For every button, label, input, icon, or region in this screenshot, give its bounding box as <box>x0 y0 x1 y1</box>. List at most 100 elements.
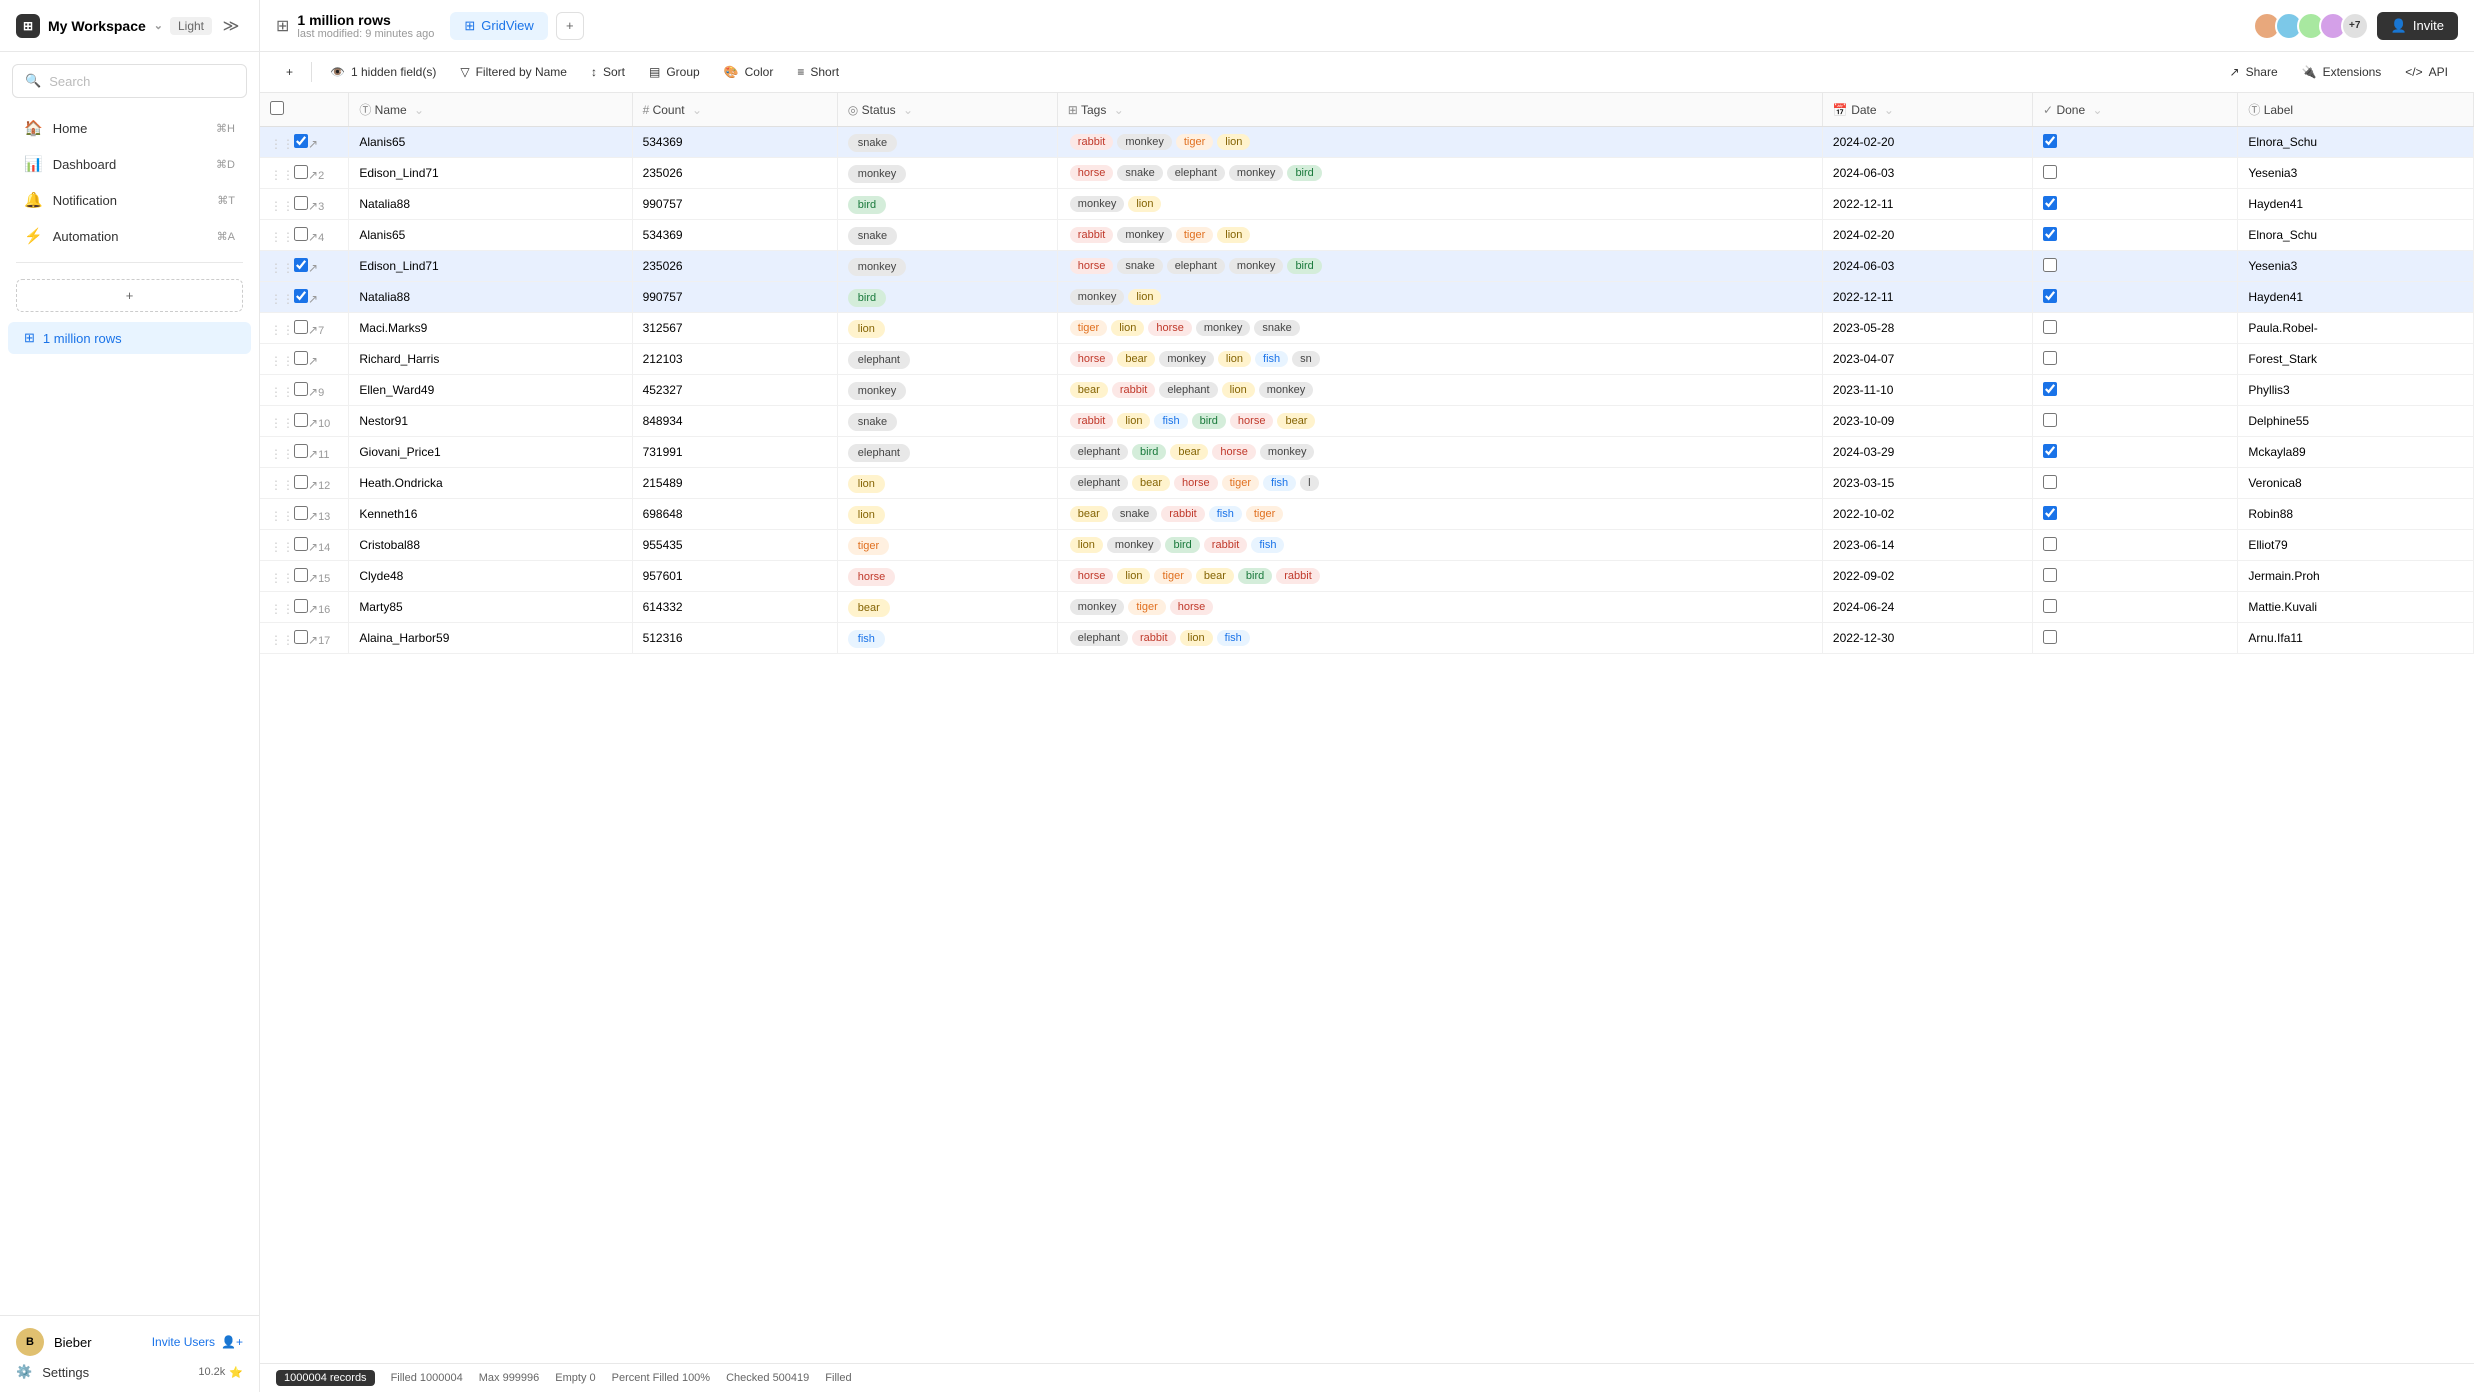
done-checkbox[interactable] <box>2043 351 2057 365</box>
theme-badge[interactable]: Light <box>170 17 212 35</box>
tag-badge[interactable]: tiger <box>1222 475 1259 491</box>
row-checkbox[interactable] <box>294 134 308 148</box>
row-status[interactable]: tiger <box>837 530 1057 561</box>
drag-handle[interactable]: ⋮⋮ <box>270 292 294 306</box>
tag-badge[interactable]: bird <box>1287 165 1321 181</box>
api-button[interactable]: </> API <box>2395 60 2458 84</box>
row-checkbox[interactable] <box>294 475 308 489</box>
expand-row-icon[interactable]: ↗ <box>308 540 318 554</box>
row-tags[interactable]: elephantbirdbearhorsemonkey <box>1057 437 1822 468</box>
row-tags[interactable]: horseliontigerbearbirdrabbit <box>1057 561 1822 592</box>
add-field-button[interactable]: + <box>276 60 303 84</box>
share-button[interactable]: ↗ Share <box>2220 60 2288 84</box>
tag-badge[interactable]: fish <box>1154 413 1187 429</box>
drag-handle[interactable]: ⋮⋮ <box>270 447 294 461</box>
tag-badge[interactable]: rabbit <box>1070 227 1114 243</box>
tag-badge[interactable]: rabbit <box>1112 382 1156 398</box>
tag-badge[interactable]: rabbit <box>1070 413 1114 429</box>
row-done[interactable] <box>2033 561 2238 592</box>
done-checkbox[interactable] <box>2043 568 2057 582</box>
tag-badge[interactable]: horse <box>1174 475 1218 491</box>
row-done[interactable] <box>2033 282 2238 313</box>
tag-badge[interactable]: bird <box>1287 258 1321 274</box>
col-header-label[interactable]: Ⓣ Label <box>2238 93 2474 127</box>
row-name[interactable]: Maci.Marks9 <box>349 313 632 344</box>
tag-badge[interactable]: monkey <box>1260 444 1315 460</box>
row-name[interactable]: Kenneth16 <box>349 499 632 530</box>
row-checkbox[interactable] <box>294 568 308 582</box>
row-done[interactable] <box>2033 127 2238 158</box>
drag-handle[interactable]: ⋮⋮ <box>270 633 294 647</box>
drag-handle[interactable]: ⋮⋮ <box>270 540 294 554</box>
row-checkbox[interactable] <box>294 630 308 644</box>
row-status[interactable]: bird <box>837 282 1057 313</box>
done-checkbox[interactable] <box>2043 537 2057 551</box>
row-status[interactable]: elephant <box>837 437 1057 468</box>
drag-handle[interactable]: ⋮⋮ <box>270 478 294 492</box>
col-header-status[interactable]: ◎ Status ⌄ <box>837 93 1057 127</box>
tag-badge[interactable]: tiger <box>1176 134 1213 150</box>
row-tags[interactable]: tigerlionhorsemonkeysnake <box>1057 313 1822 344</box>
tag-badge[interactable]: monkey <box>1259 382 1314 398</box>
row-status[interactable]: horse <box>837 561 1057 592</box>
drag-handle[interactable]: ⋮⋮ <box>270 261 294 275</box>
row-name[interactable]: Natalia88 <box>349 282 632 313</box>
drag-handle[interactable]: ⋮⋮ <box>270 602 294 616</box>
tag-badge[interactable]: bear <box>1117 351 1155 367</box>
col-header-count[interactable]: # Count ⌄ <box>632 93 837 127</box>
tag-badge[interactable]: fish <box>1209 506 1242 522</box>
expand-row-icon[interactable]: ↗ <box>308 261 318 275</box>
tag-badge[interactable]: rabbit <box>1276 568 1320 584</box>
row-checkbox[interactable] <box>294 227 308 241</box>
row-tags[interactable]: rabbitmonkeytigerlion <box>1057 220 1822 251</box>
tag-badge[interactable]: elephant <box>1159 382 1217 398</box>
row-done[interactable] <box>2033 437 2238 468</box>
extensions-button[interactable]: 🔌 Extensions <box>2292 60 2392 84</box>
row-checkbox[interactable] <box>294 599 308 613</box>
tag-badge[interactable]: lion <box>1217 227 1250 243</box>
add-view-button[interactable]: + <box>556 12 584 40</box>
row-checkbox[interactable] <box>294 537 308 551</box>
row-name[interactable]: Alaina_Harbor59 <box>349 623 632 654</box>
tag-badge[interactable]: rabbit <box>1070 134 1114 150</box>
tag-badge[interactable]: monkey <box>1107 537 1162 553</box>
row-tags[interactable]: elephantbearhorsetigerfishl <box>1057 468 1822 499</box>
tag-badge[interactable]: lion <box>1222 382 1255 398</box>
tag-badge[interactable]: monkey <box>1229 165 1284 181</box>
expand-row-icon[interactable]: ↗ <box>308 168 318 182</box>
tag-badge[interactable]: tiger <box>1128 599 1165 615</box>
tag-badge[interactable]: tiger <box>1154 568 1191 584</box>
expand-row-icon[interactable]: ↗ <box>308 292 318 306</box>
done-checkbox[interactable] <box>2043 444 2057 458</box>
col-header-done[interactable]: ✓ Done ⌄ <box>2033 93 2238 127</box>
drag-handle[interactable]: ⋮⋮ <box>270 137 294 151</box>
row-name[interactable]: Nestor91 <box>349 406 632 437</box>
color-button[interactable]: 🎨 Color <box>714 60 784 84</box>
tag-badge[interactable]: tiger <box>1176 227 1213 243</box>
expand-row-icon[interactable]: ↗ <box>308 323 318 337</box>
tag-badge[interactable]: bear <box>1277 413 1315 429</box>
row-name[interactable]: Alanis65 <box>349 220 632 251</box>
filter-button[interactable]: ▽ Filtered by Name <box>450 60 577 84</box>
sidebar-item-dashboard[interactable]: 📊 Dashboard ⌘D <box>8 147 251 181</box>
row-checkbox[interactable] <box>294 320 308 334</box>
row-name[interactable]: Heath.Ondricka <box>349 468 632 499</box>
tag-badge[interactable]: sn <box>1292 351 1320 367</box>
tag-badge[interactable]: monkey <box>1117 227 1172 243</box>
row-tags[interactable]: rabbitmonkeytigerlion <box>1057 127 1822 158</box>
drag-handle[interactable]: ⋮⋮ <box>270 168 294 182</box>
row-tags[interactable]: bearsnakerabbitfishtiger <box>1057 499 1822 530</box>
row-status[interactable]: fish <box>837 623 1057 654</box>
row-name[interactable]: Edison_Lind71 <box>349 158 632 189</box>
done-checkbox[interactable] <box>2043 227 2057 241</box>
row-checkbox[interactable] <box>294 196 308 210</box>
done-checkbox[interactable] <box>2043 134 2057 148</box>
row-done[interactable] <box>2033 251 2238 282</box>
expand-row-icon[interactable]: ↗ <box>308 385 318 399</box>
tag-badge[interactable]: lion <box>1117 568 1150 584</box>
workspace-name[interactable]: ⊞ My Workspace ⌄ <box>16 14 163 38</box>
tag-badge[interactable]: lion <box>1128 196 1161 212</box>
drag-handle[interactable]: ⋮⋮ <box>270 323 294 337</box>
row-done[interactable] <box>2033 344 2238 375</box>
col-header-name[interactable]: Ⓣ Name ⌄ <box>349 93 632 127</box>
